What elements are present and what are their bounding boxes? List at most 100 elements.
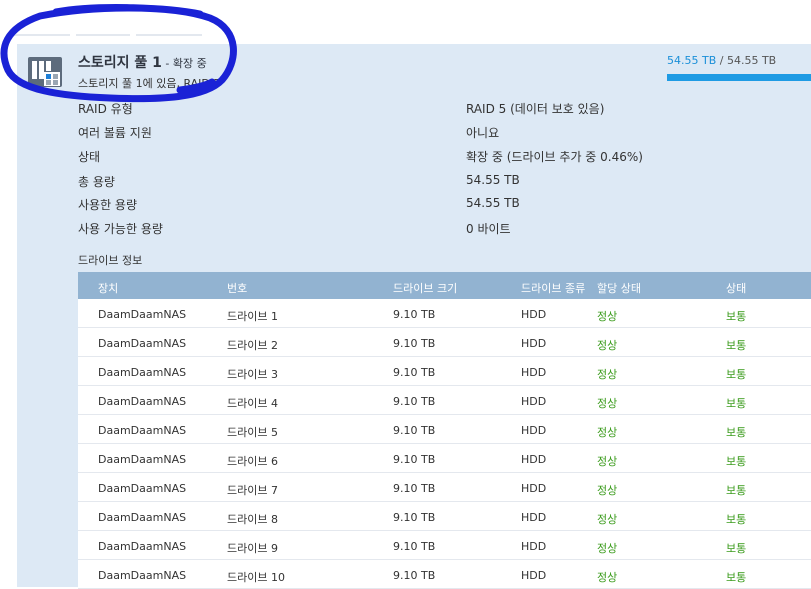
cell-drive-size: 9.10 TB [393,395,436,408]
cell-allocation-status: 정상 [597,571,618,584]
table-row[interactable]: DaamDaamNAS 드라이브 5 9.10 TB HDD 정상 보통 [78,415,811,444]
tab-underline [8,34,70,36]
cell-drive-type: HDD [521,424,547,437]
cell-drive-type: HDD [521,337,547,350]
pool-subtitle: 스토리지 풀 1에 있음, RAID 5 [78,77,221,90]
cell-allocation-status: 정상 [597,397,618,410]
drive-info-title: 드라이브 정보 [78,254,143,267]
cell-device: DaamDaamNAS [98,395,187,408]
cell-number: 드라이브 2 [227,339,278,352]
cell-drive-size: 9.10 TB [393,453,436,466]
table-row[interactable]: DaamDaamNAS 드라이브 1 9.10 TB HDD 정상 보통 [78,299,811,328]
capacity-total: 54.55 TB [726,54,777,67]
cell-number: 드라이브 1 [227,310,278,323]
prop-value-multi-volume: 아니요 [466,126,500,140]
cell-drive-size: 9.10 TB [393,308,436,321]
cell-allocation-status: 정상 [597,339,618,352]
cell-number: 드라이브 10 [227,571,285,584]
cell-status: 보통 [726,542,747,555]
cell-drive-size: 9.10 TB [393,424,436,437]
cell-drive-type: HDD [521,569,547,582]
top-tab-bar [0,0,811,44]
prop-value-used-capacity: 54.55 TB [466,196,520,210]
pool-status: - 확장 중 [161,57,207,70]
prop-value-status: 확장 중 (드라이브 추가 중 0.46%) [466,150,643,164]
cell-status: 보통 [726,368,747,381]
cell-status: 보통 [726,426,747,439]
cell-number: 드라이브 6 [227,455,278,468]
capacity-readout: 54.55 TB / 54.55 TB [667,54,776,67]
drive-table: 장치 번호 드라이브 크기 드라이브 종류 할당 상태 상태 DaamDaamN… [78,272,811,589]
cell-drive-type: HDD [521,395,547,408]
cell-allocation-status: 정상 [597,513,618,526]
tab-underline [76,34,130,36]
cell-drive-type: HDD [521,366,547,379]
prop-label-status: 상태 [78,150,101,164]
capacity-bar [667,74,811,81]
column-header-drive-type[interactable]: 드라이브 종류 [521,280,585,296]
cell-device: DaamDaamNAS [98,308,187,321]
cell-drive-type: HDD [521,511,547,524]
column-header-drive-size[interactable]: 드라이브 크기 [393,280,457,296]
prop-label-used-capacity: 사용한 용량 [78,198,138,212]
pool-title: 스토리지 풀 1 - 확장 중 [78,52,207,72]
cell-number: 드라이브 7 [227,484,278,497]
cell-status: 보통 [726,397,747,410]
cell-device: DaamDaamNAS [98,540,187,553]
table-row[interactable]: DaamDaamNAS 드라이브 3 9.10 TB HDD 정상 보통 [78,357,811,386]
cell-drive-type: HDD [521,540,547,553]
cell-drive-size: 9.10 TB [393,366,436,379]
cell-allocation-status: 정상 [597,455,618,468]
prop-label-total-capacity: 총 용량 [78,175,115,189]
cell-number: 드라이브 3 [227,368,278,381]
prop-label-raid-type: RAID 유형 [78,102,133,116]
prop-value-total-capacity: 54.55 TB [466,173,520,187]
cell-status: 보통 [726,484,747,497]
cell-device: DaamDaamNAS [98,482,187,495]
capacity-separator: / [716,54,727,67]
column-header-status[interactable]: 상태 [726,280,746,296]
cell-number: 드라이브 9 [227,542,278,555]
cell-drive-type: HDD [521,482,547,495]
cell-device: DaamDaamNAS [98,569,187,582]
cell-number: 드라이브 4 [227,397,278,410]
prop-value-raid-type: RAID 5 (데이터 보호 있음) [466,102,605,116]
prop-label-available-capacity: 사용 가능한 용량 [78,222,163,236]
cell-drive-size: 9.10 TB [393,482,436,495]
cell-allocation-status: 정상 [597,368,618,381]
table-row[interactable]: DaamDaamNAS 드라이브 7 9.10 TB HDD 정상 보통 [78,473,811,502]
cell-drive-size: 9.10 TB [393,337,436,350]
table-row[interactable]: DaamDaamNAS 드라이브 10 9.10 TB HDD 정상 보통 [78,560,811,589]
cell-device: DaamDaamNAS [98,453,187,466]
cell-allocation-status: 정상 [597,542,618,555]
prop-label-multi-volume: 여러 볼륨 지원 [78,126,152,140]
drive-table-header: 장치 번호 드라이브 크기 드라이브 종류 할당 상태 상태 [78,272,811,299]
cell-status: 보통 [726,455,747,468]
cell-status: 보통 [726,339,747,352]
prop-value-available-capacity: 0 바이트 [466,222,511,236]
capacity-used: 54.55 TB [667,54,717,67]
cell-device: DaamDaamNAS [98,366,187,379]
column-header-device[interactable]: 장치 [98,280,118,296]
table-row[interactable]: DaamDaamNAS 드라이브 9 9.10 TB HDD 정상 보통 [78,531,811,560]
cell-status: 보통 [726,310,747,323]
cell-number: 드라이브 5 [227,426,278,439]
column-header-number[interactable]: 번호 [227,280,247,296]
column-header-allocation-status[interactable]: 할당 상태 [597,280,641,296]
cell-number: 드라이브 8 [227,513,278,526]
cell-allocation-status: 정상 [597,310,618,323]
table-row[interactable]: DaamDaamNAS 드라이브 6 9.10 TB HDD 정상 보통 [78,444,811,473]
cell-status: 보통 [726,571,747,584]
pool-name: 스토리지 풀 1 [78,55,162,71]
tab-underline [136,34,202,36]
cell-device: DaamDaamNAS [98,424,187,437]
table-row[interactable]: DaamDaamNAS 드라이브 2 9.10 TB HDD 정상 보통 [78,328,811,357]
cell-allocation-status: 정상 [597,426,618,439]
cell-device: DaamDaamNAS [98,511,187,524]
cell-drive-size: 9.10 TB [393,511,436,524]
cell-allocation-status: 정상 [597,484,618,497]
cell-device: DaamDaamNAS [98,337,187,350]
table-row[interactable]: DaamDaamNAS 드라이브 4 9.10 TB HDD 정상 보통 [78,386,811,415]
cell-status: 보통 [726,513,747,526]
table-row[interactable]: DaamDaamNAS 드라이브 8 9.10 TB HDD 정상 보통 [78,502,811,531]
